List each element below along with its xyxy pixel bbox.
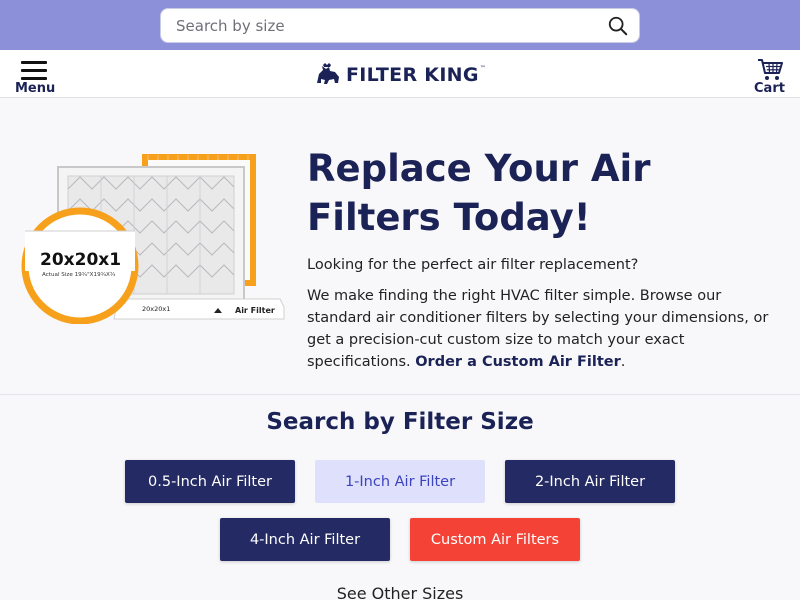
search-input[interactable] — [176, 9, 596, 42]
search-icon[interactable] — [607, 15, 629, 37]
filter-label-brand: Air Filter — [235, 306, 275, 315]
cart-label: Cart — [754, 81, 785, 96]
half-inch-filter-button[interactable]: 0.5-Inch Air Filter — [125, 460, 295, 503]
logo-trademark: ™ — [479, 65, 486, 72]
hero-section: 20x20x1 Air Filter 20x20x1 Actual Size 1… — [0, 99, 800, 395]
menu-label: Menu — [15, 81, 56, 96]
size-section-title: Search by Filter Size — [266, 409, 534, 435]
hero-question: Looking for the perfect air filter repla… — [307, 257, 639, 273]
logo-text: FILTER KING — [346, 64, 479, 86]
see-other-sizes-link[interactable]: See Other Sizes — [0, 584, 800, 600]
one-inch-filter-button[interactable]: 1-Inch Air Filter — [315, 460, 485, 503]
site-header: Menu FILTER KING ™ Cart — [0, 50, 800, 98]
two-inch-filter-button[interactable]: 2-Inch Air Filter — [505, 460, 675, 503]
hero-description-suffix: . — [620, 354, 626, 370]
cart-icon — [758, 59, 783, 80]
size-badge-text: 20x20x1 — [40, 250, 121, 270]
hero-title: Replace Your Air Filters Today! — [307, 147, 651, 239]
air-filter-product-image: 20x20x1 Air Filter 20x20x1 Actual Size 1… — [21, 154, 285, 324]
hamburger-icon — [21, 61, 47, 81]
four-inch-filter-button[interactable]: 4-Inch Air Filter — [220, 518, 390, 561]
custom-filter-link[interactable]: Order a Custom Air Filter — [415, 354, 621, 370]
size-badge-actual: Actual Size 19¾"X19¾X¾ — [42, 272, 116, 278]
cart-button[interactable]: Cart — [754, 58, 786, 98]
search-strip — [0, 0, 800, 50]
menu-button[interactable]: Menu — [14, 60, 56, 96]
hero-description: We make finding the right HVAC filter si… — [307, 285, 777, 373]
lion-logo-icon — [317, 63, 339, 84]
filter-label-size: 20x20x1 — [142, 305, 170, 313]
search-box[interactable] — [160, 8, 640, 43]
custom-filters-button[interactable]: Custom Air Filters — [410, 518, 580, 561]
filter-king-logo[interactable]: FILTER KING ™ — [314, 61, 486, 89]
